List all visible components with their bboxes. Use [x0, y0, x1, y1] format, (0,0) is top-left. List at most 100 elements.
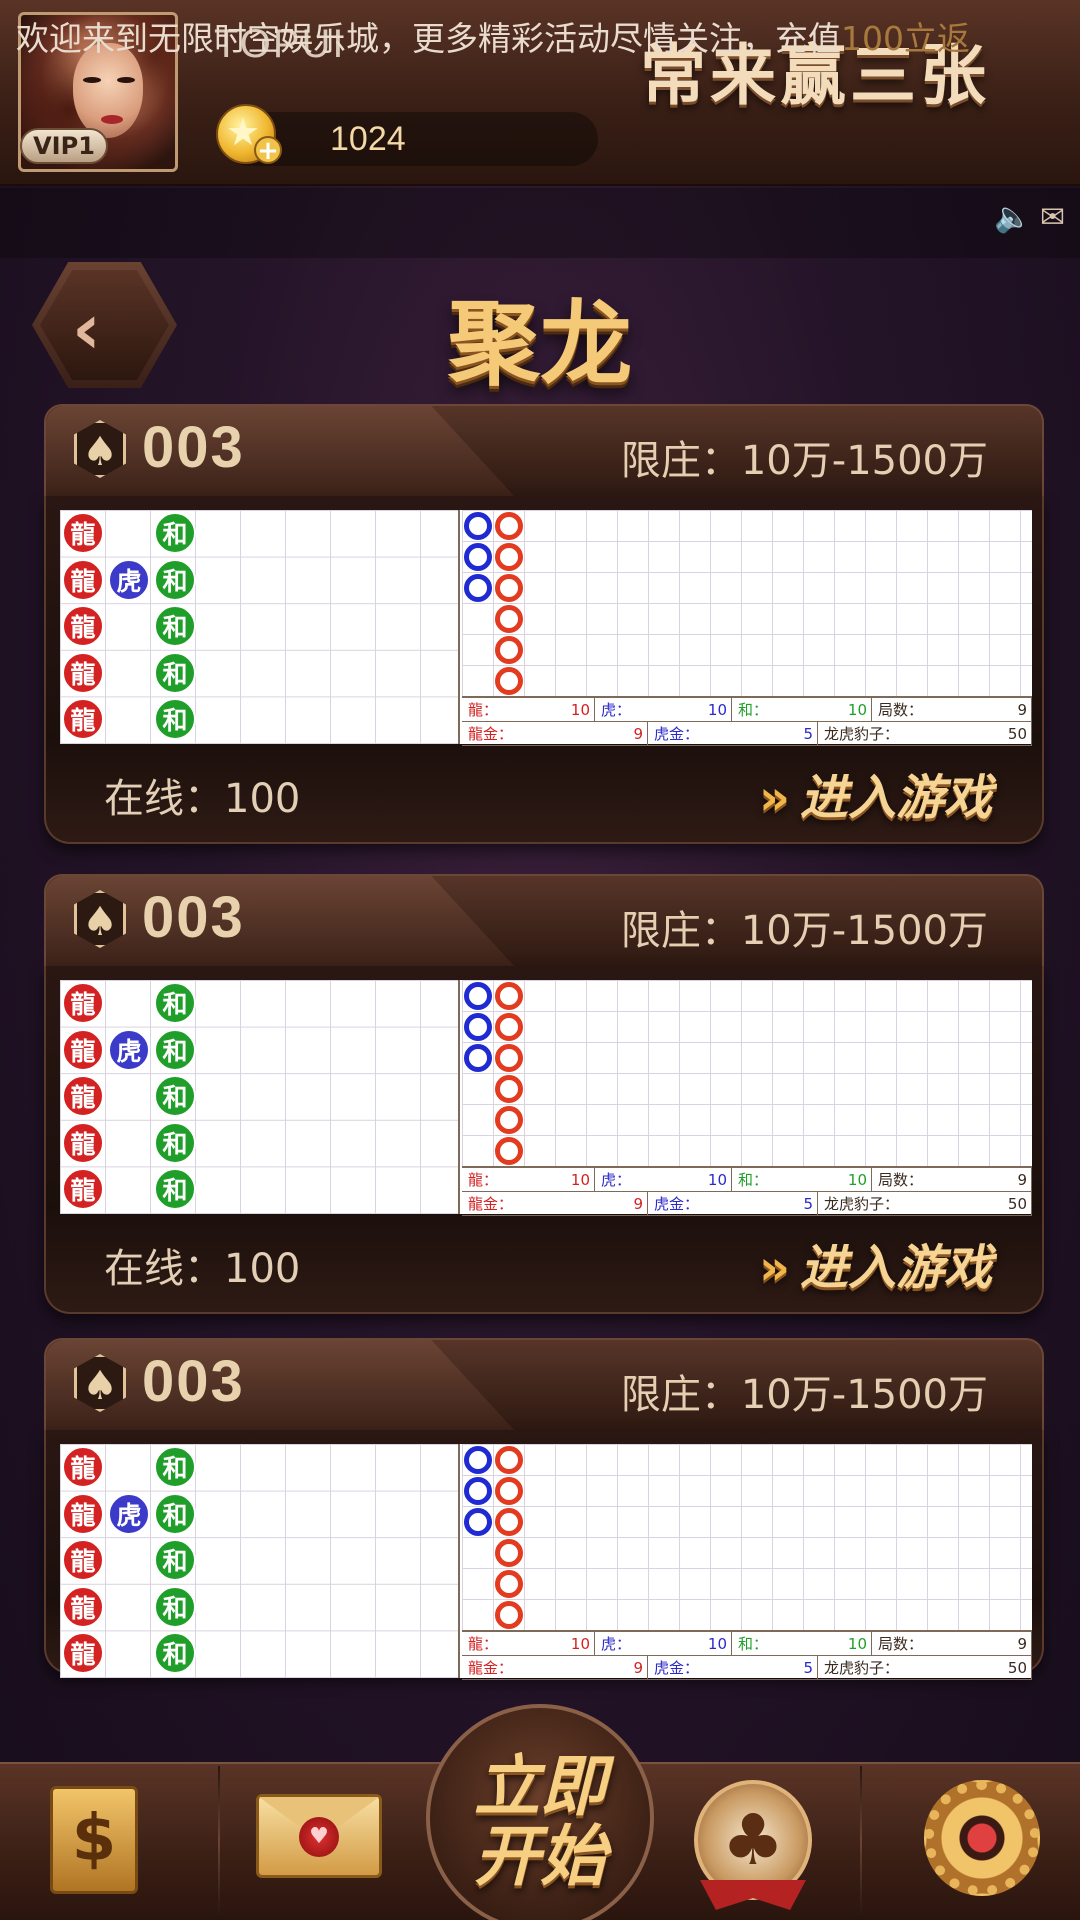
stat-dragon_label: 龍： 10 — [462, 698, 595, 722]
stat-label: 龍： — [468, 701, 499, 719]
stat-value: 5 — [803, 1195, 813, 1213]
stat-value: 5 — [803, 725, 813, 743]
bead-tie: 和 — [154, 1585, 196, 1628]
stat-value: 9 — [633, 725, 643, 743]
start-label: 立即 开始 — [440, 1752, 640, 1892]
ring-dragon — [495, 1106, 523, 1134]
bead-dragon: 龍 — [62, 1121, 104, 1164]
safe-icon[interactable]: $ — [50, 1786, 138, 1894]
big-road — [462, 980, 1032, 1166]
stat-dragon_gold_label: 龍金： 9 — [462, 1656, 648, 1680]
stat-label: 和： — [738, 1635, 769, 1653]
avatar-eye — [83, 77, 101, 83]
chevron-left-icon: ‹ — [72, 288, 101, 370]
road-board: 龍龍龍龍龍虎和和和和和龍： 10 虎： 10 和： 10 局数： 9 龍金： 9 虎金： 5 龙虎豹子：… — [60, 1444, 1032, 1680]
bead-dragon: 龍 — [62, 982, 104, 1024]
stat-value: 5 — [803, 1659, 813, 1677]
stat-label: 虎： — [601, 1635, 632, 1653]
bead-dragon: 龍 — [62, 1632, 104, 1675]
stat-rounds_label: 局数： 9 — [872, 1632, 1032, 1656]
bead-dragon: 龍 — [62, 1585, 104, 1628]
ring-tiger — [464, 982, 492, 1010]
stat-label: 龙虎豹子： — [824, 1195, 900, 1213]
bead-tie: 和 — [154, 982, 196, 1024]
enter-game-button[interactable]: » 进入游戏 — [759, 758, 992, 826]
stat-dragon_gold_label: 龍金： 9 — [462, 722, 648, 746]
stat-value: 9 — [1017, 1171, 1027, 1189]
ring-dragon — [495, 1508, 523, 1536]
vip-badge: VIP1 — [20, 128, 108, 164]
dock-divider — [860, 1766, 862, 1916]
stat-tie_label: 和： 10 — [732, 1168, 872, 1192]
bead-dragon: 龍 — [62, 1168, 104, 1211]
notice-bar — [0, 188, 1080, 258]
bead-tie: 和 — [154, 1075, 196, 1118]
road-stats: 龍： 10 虎： 10 和： 10 局数： 9 龍金： 9 虎金： 5 龙虎豹子： 50 — [462, 1630, 1032, 1680]
avatar-lips — [101, 115, 123, 124]
page-title: 聚龙 — [447, 291, 632, 398]
ring-tiger — [464, 512, 492, 540]
plus-icon: + — [254, 136, 282, 164]
stat-value: 50 — [1007, 1659, 1027, 1677]
stat-rounds_label: 局数： 9 — [872, 698, 1032, 722]
stat-label: 虎金： — [654, 1195, 700, 1213]
ring-tiger — [464, 1013, 492, 1041]
ring-tiger — [464, 543, 492, 571]
big-road — [462, 1444, 1032, 1630]
add-coins-button[interactable]: ★ + — [216, 104, 282, 164]
bead-dragon: 龍 — [62, 1539, 104, 1582]
room-header: ♠ 003 限庄：10万-1500万 — [44, 874, 1044, 968]
bead-dragon: 龍 — [62, 1075, 104, 1118]
stat-value: 9 — [633, 1195, 643, 1213]
room-card: ♠ 003 限庄：10万-1500万龍龍龍龍龍虎和和和和和龍： 10 虎： 10 和： 10 局… — [44, 1338, 1044, 1680]
enter-game-label: 进入游戏 — [799, 1240, 992, 1296]
ring-dragon — [495, 1477, 523, 1505]
stat-value: 10 — [847, 1171, 867, 1189]
ring-dragon — [495, 1446, 523, 1474]
stat-tie_label: 和： 10 — [732, 1632, 872, 1656]
stat-value: 50 — [1007, 725, 1027, 743]
stat-label: 和： — [738, 701, 769, 719]
stat-label: 龍金： — [468, 1659, 514, 1677]
stat-value: 9 — [1017, 1635, 1027, 1653]
ring-dragon — [495, 1539, 523, 1567]
stat-tiger_label: 虎： 10 — [595, 698, 732, 722]
stat-tiger_label: 虎： 10 — [595, 1168, 732, 1192]
stat-label: 虎金： — [654, 1659, 700, 1677]
double-chevron-icon: » — [758, 770, 790, 826]
ring-dragon — [495, 543, 523, 571]
room-number: 003 — [142, 885, 245, 950]
ring-tiger — [464, 574, 492, 602]
double-chevron-icon: » — [758, 1240, 790, 1296]
stat-label: 龙虎豹子： — [824, 725, 900, 743]
stat-tiger_gold_label: 虎金： 5 — [648, 1656, 818, 1680]
enter-game-button[interactable]: » 进入游戏 — [759, 1228, 992, 1296]
gear-icon[interactable] — [924, 1780, 1040, 1896]
ring-dragon — [495, 1137, 523, 1165]
stat-leopard_label: 龙虎豹子： 50 — [818, 722, 1032, 746]
bead-dragon: 龍 — [62, 558, 104, 601]
room-number: 003 — [142, 415, 245, 480]
online-count: 在线：100 — [104, 1246, 301, 1292]
chat-icon[interactable]: ✉ — [1040, 200, 1074, 235]
speaker-icon[interactable]: 🔈 — [994, 200, 1031, 235]
room-card: ♠ 003 限庄：10万-1500万龍龍龍龍龍虎和和和和和龍： 10 虎： 10 和： 10 局… — [44, 404, 1044, 844]
bead-tie: 和 — [154, 1028, 196, 1071]
stat-value: 10 — [707, 1635, 727, 1653]
bead-tie: 和 — [154, 1492, 196, 1535]
bead-tie: 和 — [154, 558, 196, 601]
bead-tie: 和 — [154, 1121, 196, 1164]
stat-value: 9 — [633, 1659, 643, 1677]
ring-dragon — [495, 605, 523, 633]
stat-tie_label: 和： 10 — [732, 698, 872, 722]
bead-dragon: 龍 — [62, 1028, 104, 1071]
bead-dragon: 龍 — [62, 651, 104, 694]
bead-road: 龍龍龍龍龍虎和和和和和 — [60, 1444, 460, 1678]
mail-icon[interactable]: ♥ — [256, 1794, 382, 1878]
stat-label: 龍金： — [468, 1195, 514, 1213]
stat-tiger_gold_label: 虎金： 5 — [648, 1192, 818, 1216]
bead-dragon: 龍 — [62, 512, 104, 554]
stat-dragon_label: 龍： 10 — [462, 1168, 595, 1192]
bead-tie: 和 — [154, 1539, 196, 1582]
room-number: 003 — [142, 1349, 245, 1414]
